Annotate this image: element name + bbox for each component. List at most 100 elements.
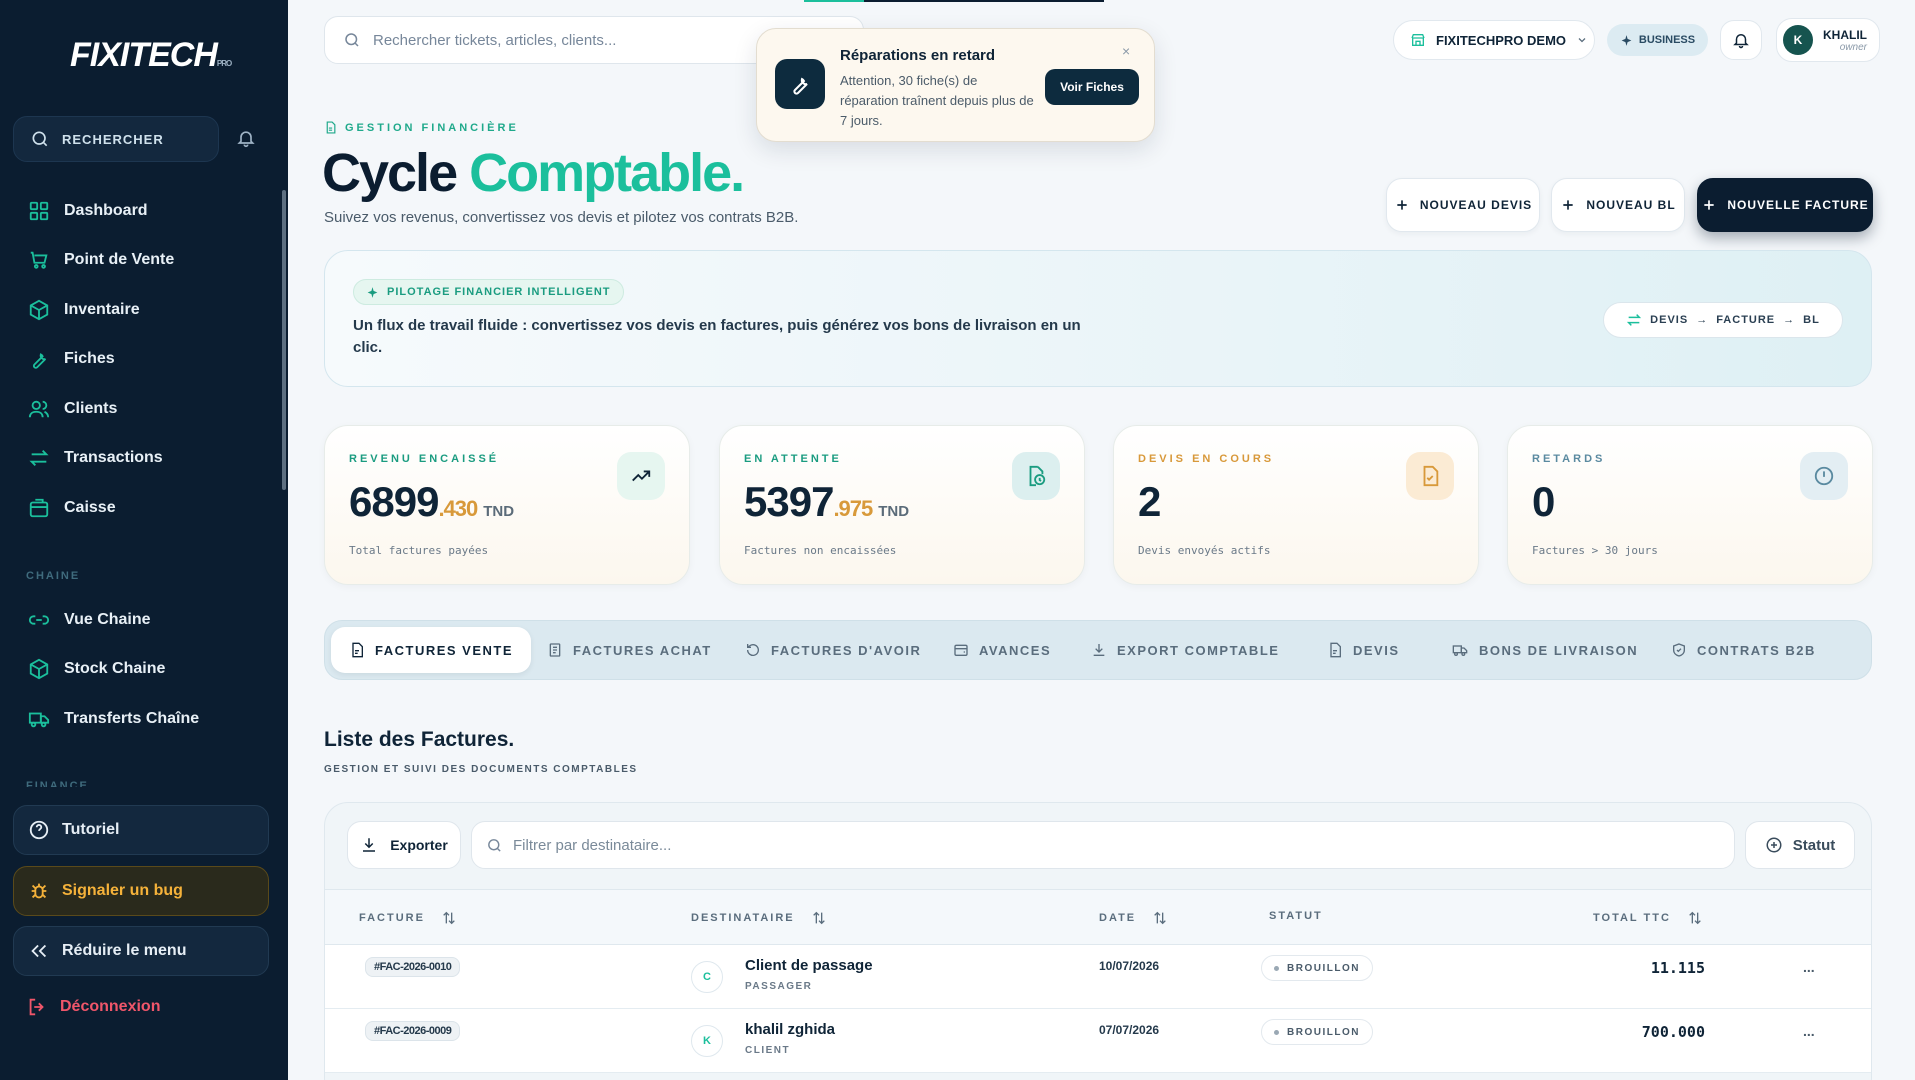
sidebar-item-label: Stock Chaine: [64, 660, 166, 678]
sidebar-section-chain: CHAINE: [26, 570, 81, 582]
sort-icon: [1689, 911, 1701, 925]
bell-icon: [237, 131, 255, 148]
store-name: FIXITECHPRO DEMO: [1436, 32, 1567, 48]
bug-icon: [31, 883, 47, 899]
tab-label: DEVIS: [1353, 642, 1400, 658]
tab-factures-achat[interactable]: FACTURES ACHAT: [547, 627, 712, 673]
column-header-date[interactable]: DATE: [1099, 910, 1168, 926]
document-clock-icon: [1029, 465, 1046, 487]
table-header: FACTURE DESTINATAIRE DATE STATUT TOTAL T…: [325, 889, 1871, 945]
tab-factures-vente[interactable]: FACTURES VENTE: [331, 627, 532, 673]
plan-badge: BUSINESS: [1607, 24, 1708, 56]
banner-pill-label: PILOTAGE FINANCIER INTELLIGENT: [387, 286, 611, 298]
tab-avances[interactable]: AVANCES: [953, 627, 1051, 673]
table-row[interactable]: #FAC-2026-0010 C Client de passage PASSA…: [325, 945, 1871, 1009]
tab-bons-de-livraison[interactable]: BONS DE LIVRAISON: [1451, 627, 1638, 673]
recipient-filter-placeholder: Filtrer par destinataire...: [513, 836, 672, 854]
column-header-recipient[interactable]: DESTINATAIRE: [691, 910, 827, 926]
logout-button[interactable]: Déconnexion: [26, 996, 160, 1018]
box-icon: [29, 659, 49, 680]
wrench-icon: [32, 353, 47, 369]
sidebar-item-transferts-chaine[interactable]: Transferts Chaîne: [0, 694, 288, 744]
collapse-menu-label: Réduire le menu: [62, 942, 187, 959]
tab-label: FACTURES ACHAT: [573, 642, 712, 658]
kpi-subtitle: Devis envoyés actifs: [1138, 544, 1271, 557]
sidebar-item-clients[interactable]: Clients: [0, 384, 288, 434]
alert-circle-icon: [1814, 466, 1834, 486]
title-accent: Comptable.: [469, 143, 745, 203]
collapse-menu-button[interactable]: Réduire le menu: [13, 926, 269, 976]
sidebar-item-dashboard[interactable]: Dashboard: [0, 186, 288, 236]
invoice-number[interactable]: #FAC-2026-0010: [365, 957, 461, 977]
column-label: TOTAL TTC: [1593, 912, 1671, 924]
invoice-number[interactable]: #FAC-2026-0009: [365, 1021, 461, 1041]
export-button[interactable]: Exporter: [347, 821, 461, 869]
search-icon: [32, 131, 48, 147]
sidebar-item-label: Transferts Chaîne: [64, 709, 200, 727]
plan-label: BUSINESS: [1638, 34, 1696, 46]
store-selector[interactable]: FIXITECHPRO DEMO: [1393, 20, 1595, 60]
avatar: K: [1783, 25, 1813, 55]
sidebar-item-vue-chaine[interactable]: Vue Chaine: [0, 595, 288, 645]
view-repairs-button[interactable]: Voir Fiches: [1045, 69, 1139, 105]
new-delivery-note-label: NOUVEAU BL: [1586, 198, 1676, 212]
sidebar-item-stock-chaine[interactable]: Stock Chaine: [0, 645, 288, 695]
app-logo[interactable]: FIXITECHPRO: [70, 36, 232, 75]
tab-export-comptable[interactable]: EXPORT COMPTABLE: [1091, 627, 1279, 673]
tab-factures-avoir[interactable]: FACTURES D'AVOIR: [745, 627, 921, 673]
page-eyebrow: GESTION FINANCIÈRE: [324, 121, 519, 134]
eyebrow-label: GESTION FINANCIÈRE: [345, 121, 519, 134]
row-actions-menu[interactable]: ...: [1803, 959, 1815, 975]
chevron-down-icon: [1578, 38, 1586, 43]
global-search-placeholder: Rechercher tickets, articles, clients...: [373, 31, 617, 49]
kpi-unit: TND: [483, 503, 515, 520]
tab-devis[interactable]: DEVIS: [1327, 627, 1400, 673]
sidebar-notification-button[interactable]: [236, 128, 256, 153]
kpi-subtitle: Factures non encaissées: [744, 544, 897, 557]
tutorial-button[interactable]: Tutoriel: [13, 805, 269, 855]
box-icon: [29, 299, 49, 320]
link-icon: [28, 615, 50, 625]
invoice-list-subtitle: GESTION ET SUIVI DES DOCUMENTS COMPTABLE…: [324, 764, 638, 775]
sidebar-item-point-de-vente[interactable]: Point de Vente: [0, 236, 288, 286]
column-header-total[interactable]: TOTAL TTC: [1593, 910, 1703, 926]
close-icon[interactable]: ×: [1122, 43, 1130, 59]
invoice-date: 10/07/2026: [1099, 959, 1160, 973]
status-filter-button[interactable]: Statut: [1745, 821, 1855, 869]
invoice-total: 700.000: [1641, 1023, 1705, 1041]
user-name: KHALIL: [1823, 27, 1867, 42]
sidebar-search-label: RECHERCHER: [62, 131, 164, 147]
page-title: Cycle Comptable.: [322, 142, 745, 204]
tab-contrats-b2b[interactable]: CONTRATS B2B: [1671, 627, 1816, 673]
table-row[interactable]: #FAC-2026-0009 K khalil zghida CLIENT 07…: [325, 1009, 1871, 1073]
recipient-filter-input[interactable]: Filtrer par destinataire...: [471, 821, 1735, 869]
sidebar-item-caisse[interactable]: Caisse: [0, 483, 288, 533]
status-filter-label: Statut: [1792, 836, 1836, 854]
kpi-value-int: 6899: [349, 478, 439, 525]
new-invoice-button[interactable]: NOUVELLE FACTURE: [1697, 178, 1873, 232]
row-actions-menu[interactable]: ...: [1803, 1023, 1815, 1039]
sidebar-item-label: Vue Chaine: [64, 610, 151, 628]
new-quote-button[interactable]: NOUVEAU DEVIS: [1386, 178, 1540, 232]
kpi-value-dec: .430: [438, 496, 478, 521]
users-icon: [28, 400, 50, 418]
sidebar-item-inventaire[interactable]: Inventaire: [0, 285, 288, 335]
kpi-value: 6899.430 TND: [349, 478, 514, 526]
sidebar-scrollbar[interactable]: [282, 190, 286, 490]
plus-icon: [1397, 200, 1407, 210]
flow-arrow: →: [1696, 314, 1709, 326]
sidebar-search-button[interactable]: RECHERCHER: [13, 116, 219, 162]
sidebar-item-fiches[interactable]: Fiches: [0, 335, 288, 385]
document-icon: [326, 121, 336, 134]
new-delivery-note-button[interactable]: NOUVEAU BL: [1551, 178, 1685, 232]
user-menu[interactable]: K KHALIL owner: [1776, 18, 1880, 62]
sidebar-item-transactions[interactable]: Transactions: [0, 434, 288, 484]
notifications-button[interactable]: [1720, 20, 1762, 60]
column-header-invoice[interactable]: FACTURE: [359, 910, 457, 926]
report-bug-button[interactable]: Signaler un bug: [13, 866, 269, 916]
invoice-date: 07/07/2026: [1099, 1023, 1160, 1037]
sidebar-item-label: Inventaire: [64, 300, 140, 318]
tab-label: CONTRATS B2B: [1697, 642, 1816, 658]
sidebar-item-label: Clients: [64, 399, 118, 417]
sparkle-icon: [367, 286, 378, 298]
